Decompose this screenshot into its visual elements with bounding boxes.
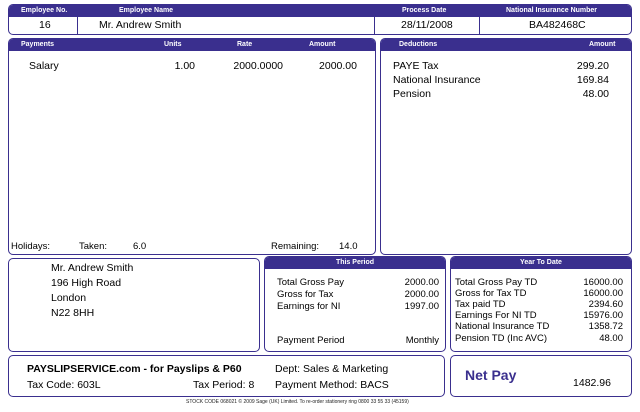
header-section: Employee No. Employee Name Process Date … bbox=[8, 4, 632, 35]
deductions-section: Deductions Amount PAYE Tax 299.20 Nation… bbox=[380, 38, 632, 255]
ni-number-label: National Insurance Number bbox=[506, 7, 598, 14]
payments-label: Payments bbox=[21, 41, 55, 48]
net-pay-section: Net Pay 1482.96 bbox=[450, 355, 632, 397]
units-label: Units bbox=[164, 41, 182, 48]
deductions-header: Deductions Amount bbox=[381, 39, 631, 51]
tp-earnings-ni-value: 1997.00 bbox=[404, 301, 439, 312]
ytd-row-label: National Insurance TD bbox=[455, 321, 550, 332]
employee-name: Mr. Andrew Smith bbox=[99, 19, 182, 31]
ni-number: BA482468C bbox=[529, 19, 586, 31]
employee-name-label: Employee Name bbox=[119, 7, 174, 14]
stock-code: STOCK CODE 068021 © 2009 Sage (UK) Limit… bbox=[186, 399, 409, 405]
holidays-label: Holidays: bbox=[11, 241, 51, 252]
payment-amount: 2000.00 bbox=[319, 60, 357, 72]
address-line: 196 High Road bbox=[51, 277, 122, 289]
tp-total-gross-label: Total Gross Pay bbox=[277, 277, 345, 288]
payment-period-label: Payment Period bbox=[277, 335, 345, 346]
process-date: 28/11/2008 bbox=[401, 19, 453, 31]
employee-no-label: Employee No. bbox=[21, 7, 68, 14]
rate-label: Rate bbox=[237, 41, 253, 48]
footer-info-section: PAYSLIPSERVICE.com - for Payslips & P60 … bbox=[8, 355, 445, 397]
ytd-row-value: 1358.72 bbox=[588, 321, 623, 332]
tp-total-gross-value: 2000.00 bbox=[404, 277, 439, 288]
this-period-section: This Period Total Gross Pay 2000.00 Gros… bbox=[264, 256, 446, 352]
net-pay-label: Net Pay bbox=[465, 367, 517, 383]
payment-period-value: Monthly bbox=[405, 335, 439, 346]
deduction-pension-label: Pension bbox=[393, 88, 431, 100]
this-period-title: This Period bbox=[335, 259, 375, 266]
deduction-paye-amount: 299.20 bbox=[576, 60, 609, 72]
tax-code: Tax Code: 603L bbox=[27, 379, 101, 391]
deductions-amount-label: Amount bbox=[589, 41, 616, 48]
tp-gross-tax-value: 2000.00 bbox=[404, 289, 439, 300]
service-text: PAYSLIPSERVICE.com - for Payslips & P60 bbox=[27, 363, 242, 375]
remaining-label: Remaining: bbox=[271, 241, 320, 252]
year-to-date-section: Year To Date Total Gross Pay TD 16000.00… bbox=[450, 256, 632, 352]
this-period-header: This Period bbox=[265, 257, 445, 269]
remaining-value: 14.0 bbox=[339, 241, 358, 252]
deduction-paye-label: PAYE Tax bbox=[393, 60, 439, 72]
address-line: N22 8HH bbox=[51, 307, 95, 319]
ytd-row-value: 48.00 bbox=[599, 333, 623, 344]
ytd-title: Year To Date bbox=[520, 259, 562, 266]
tax-period: Tax Period: 8 bbox=[193, 379, 255, 391]
address-line: Mr. Andrew Smith bbox=[51, 262, 134, 274]
deductions-label: Deductions bbox=[399, 41, 438, 48]
address-section: Mr. Andrew Smith 196 High Road London N2… bbox=[8, 258, 260, 352]
payment-rate: 2000.0000 bbox=[233, 60, 283, 72]
payment-method: Payment Method: BACS bbox=[275, 379, 389, 391]
tp-earnings-ni-label: Earnings for NI bbox=[277, 301, 341, 312]
amount-label: Amount bbox=[309, 41, 336, 48]
deduction-ni-amount: 169.84 bbox=[576, 74, 609, 86]
process-date-label: Process Date bbox=[402, 7, 447, 14]
address-line: London bbox=[51, 292, 87, 304]
ytd-row-label: Pension TD (Inc AVC) bbox=[455, 333, 548, 344]
net-pay-value: 1482.96 bbox=[573, 377, 611, 389]
header-labels: Employee No. Employee Name Process Date … bbox=[9, 5, 631, 17]
dept: Dept: Sales & Marketing bbox=[275, 363, 389, 375]
payment-description: Salary bbox=[29, 60, 59, 72]
deduction-pension-amount: 48.00 bbox=[582, 88, 609, 100]
payments-header: Payments Units Rate Amount bbox=[9, 39, 375, 51]
taken-value: 6.0 bbox=[133, 241, 147, 252]
payments-section: Payments Units Rate Amount Salary 1.00 2… bbox=[8, 38, 376, 255]
ytd-header: Year To Date bbox=[451, 257, 631, 269]
payment-units: 1.00 bbox=[174, 60, 195, 72]
deduction-ni-label: National Insurance bbox=[393, 74, 481, 86]
employee-no: 16 bbox=[39, 19, 51, 31]
taken-label: Taken: bbox=[79, 241, 107, 252]
tp-gross-tax-label: Gross for Tax bbox=[277, 289, 334, 300]
